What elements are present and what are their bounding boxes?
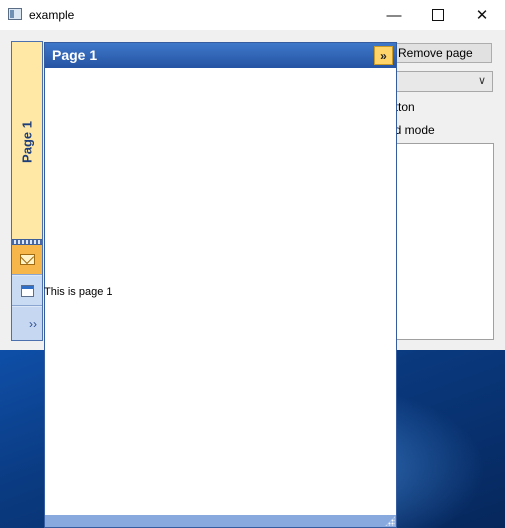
log-textbox[interactable]	[388, 143, 494, 340]
title-bar[interactable]: example — ✕	[0, 0, 505, 30]
more-options-button[interactable]: ››	[12, 307, 42, 340]
page-1-vertical-tab[interactable]: Page 1	[12, 42, 42, 239]
navigation-sidebar: Page 1 ››	[11, 41, 43, 341]
page-popup-panel: Page 1 »	[44, 42, 397, 528]
maximize-button[interactable]	[416, 0, 460, 30]
resize-grip-icon[interactable]	[385, 516, 395, 526]
minimize-button[interactable]: —	[372, 0, 416, 30]
close-button[interactable]: ✕	[460, 0, 504, 30]
panel-header: Page 1 »	[45, 43, 396, 68]
calendar-icon	[20, 284, 34, 297]
page-combobox[interactable]: ∨	[388, 71, 493, 92]
panel-title: Page 1	[52, 47, 98, 63]
window-title: example	[29, 8, 75, 22]
app-icon	[8, 8, 22, 20]
mail-button[interactable]	[12, 245, 42, 275]
maximize-icon	[432, 9, 444, 21]
chevron-down-icon: ∨	[477, 75, 486, 87]
vertical-tab-label: Page 1	[19, 121, 35, 163]
remove-page-button[interactable]: Remove page	[388, 43, 492, 63]
panel-footer	[45, 515, 396, 527]
page-content-text: This is page 1	[44, 286, 113, 298]
calendar-button[interactable]	[12, 276, 42, 306]
collapse-button[interactable]: »	[374, 46, 393, 65]
mail-icon	[19, 254, 35, 265]
more-options-icon: ››	[29, 316, 37, 331]
